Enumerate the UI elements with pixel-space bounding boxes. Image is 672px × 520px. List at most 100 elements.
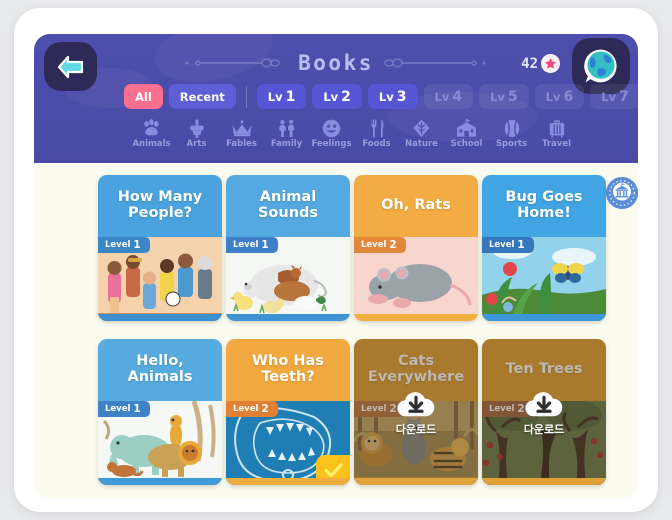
tablet-frame: Books 42 All Recent Lv 1 Lv 2 Lv 3 Lv 4 … <box>14 8 658 512</box>
page-title: Books <box>298 51 374 75</box>
smiley-face-icon <box>322 118 341 138</box>
family-icon <box>277 118 297 138</box>
download-label: 다운로드 <box>395 422 437 436</box>
fork-knife-icon <box>368 118 386 138</box>
school-building-icon <box>456 118 477 138</box>
book-card[interactable]: How Many People? Level 1 <box>98 175 222 321</box>
lv-prefix: Lv <box>601 89 617 104</box>
filter-chip-lv6[interactable]: Lv 6 <box>534 84 585 109</box>
book-cover-top: Bug Goes Home! <box>482 175 606 237</box>
book-level-badge: Level 1 <box>98 237 150 253</box>
book-download-overlay[interactable]: 다운로드 <box>354 339 478 485</box>
lv-prefix: Lv <box>378 89 394 104</box>
book-footer <box>98 314 222 321</box>
book-cover-top: Who Has Teeth? <box>226 339 350 401</box>
category-family[interactable]: Family <box>264 118 309 149</box>
book-card[interactable]: Animal Sounds Level 1 <box>226 175 350 321</box>
filter-chip-lv2[interactable]: Lv 2 <box>312 84 362 109</box>
lv-prefix: Lv <box>323 89 339 104</box>
level-label: Level <box>489 240 515 250</box>
lv-number: 7 <box>619 88 629 105</box>
book-title: Hello, Animals <box>127 353 193 385</box>
lv-number: 4 <box>452 88 463 105</box>
category-nature[interactable]: Nature <box>399 118 444 149</box>
back-arrow-icon <box>57 55 83 78</box>
book-cover-top: Animal Sounds <box>226 175 350 237</box>
lv-number: 3 <box>396 88 407 105</box>
level-number: 2 <box>261 403 269 415</box>
category-label: Travel <box>541 139 571 149</box>
book-card[interactable]: Hello, Animals Level 1 <box>98 339 222 485</box>
filter-bar: All Recent Lv 1 Lv 2 Lv 3 Lv 4 Lv 5 Lv 6… <box>124 84 638 109</box>
filter-chip-all[interactable]: All <box>124 84 163 109</box>
cloud-download-icon <box>525 391 563 416</box>
star-counter: 42 <box>521 54 560 73</box>
app-header: Books 42 All Recent Lv 1 Lv 2 Lv 3 Lv 4 … <box>34 34 638 163</box>
category-label: Family <box>270 139 303 149</box>
book-download-overlay[interactable]: 다운로드 <box>482 339 606 485</box>
book-footer <box>98 478 222 485</box>
level-number: 2 <box>389 239 397 251</box>
book-card[interactable]: Who Has Teeth? Level 2 <box>226 339 350 485</box>
book-title: Bug Goes Home! <box>505 189 583 221</box>
level-label: Level <box>105 404 131 414</box>
category-sports[interactable]: Sports <box>489 118 534 149</box>
book-card[interactable]: Ten Trees Level 2 다운로드 <box>482 339 606 485</box>
paintbrush-icon <box>187 118 207 138</box>
check-icon <box>323 462 343 477</box>
suitcase-icon <box>548 118 566 138</box>
level-label: Level <box>105 240 131 250</box>
level-number: 1 <box>133 239 141 251</box>
book-title: Animal Sounds <box>257 189 319 221</box>
book-cover-top: How Many People? <box>98 175 222 237</box>
back-button[interactable] <box>44 42 97 91</box>
filter-chip-lv4[interactable]: Lv 4 <box>423 84 474 109</box>
level-number: 1 <box>261 239 269 251</box>
category-bar: Animals Arts Fables Family Feelings Food… <box>129 118 579 149</box>
flourish-left-icon <box>185 58 280 68</box>
filter-chip-lv3[interactable]: Lv 3 <box>367 84 418 109</box>
book-footer <box>226 478 350 485</box>
level-label: Level <box>361 240 387 250</box>
lv-number: 6 <box>563 88 574 105</box>
level-label: Level <box>233 240 259 250</box>
level-label: Level <box>233 404 259 414</box>
download-label: 다운로드 <box>523 422 565 436</box>
category-school[interactable]: School <box>444 118 489 149</box>
lv-number: 1 <box>285 88 296 105</box>
book-card[interactable]: Oh, Rats Level 2 <box>354 175 478 321</box>
lv-prefix: Lv <box>545 89 561 104</box>
lv-number: 2 <box>341 88 351 105</box>
books-content: How Many People? Level 1 Animal Sounds L… <box>34 163 638 498</box>
book-title: Oh, Rats <box>381 197 451 214</box>
filter-chip-lv7[interactable]: Lv 7 <box>590 84 638 109</box>
category-label: Fables <box>226 139 257 149</box>
category-arts[interactable]: Arts <box>174 118 219 149</box>
paw-icon <box>142 118 162 138</box>
books-app: Books 42 All Recent Lv 1 Lv 2 Lv 3 Lv 4 … <box>34 34 638 498</box>
filter-chip-recent[interactable]: Recent <box>168 84 236 109</box>
category-label: Animals <box>132 139 171 149</box>
book-card[interactable]: Bug Goes Home! Level 1 <box>482 175 606 321</box>
category-fables[interactable]: Fables <box>219 118 264 149</box>
star-badge <box>541 54 560 73</box>
book-footer <box>354 478 478 485</box>
category-travel[interactable]: Travel <box>534 118 579 149</box>
filter-chip-lv5[interactable]: Lv 5 <box>479 84 529 109</box>
category-animals[interactable]: Animals <box>129 118 174 149</box>
book-level-badge: Level 1 <box>98 401 150 417</box>
cloud-download-icon <box>397 391 435 416</box>
category-feelings[interactable]: Feelings <box>309 118 354 149</box>
book-footer <box>482 478 606 485</box>
category-label: Foods <box>362 139 391 149</box>
book-level-badge: Level 1 <box>482 237 534 253</box>
category-label: Feelings <box>311 139 352 149</box>
book-card[interactable]: Cats Everywhere Level 2 다운로드 <box>354 339 478 485</box>
category-label: Arts <box>186 139 207 149</box>
category-label: School <box>450 139 483 149</box>
category-foods[interactable]: Foods <box>354 118 399 149</box>
lv-prefix: Lv <box>490 89 505 104</box>
filter-chip-lv1[interactable]: Lv 1 <box>256 84 307 109</box>
category-label: Sports <box>495 139 528 149</box>
book-footer <box>354 314 478 321</box>
